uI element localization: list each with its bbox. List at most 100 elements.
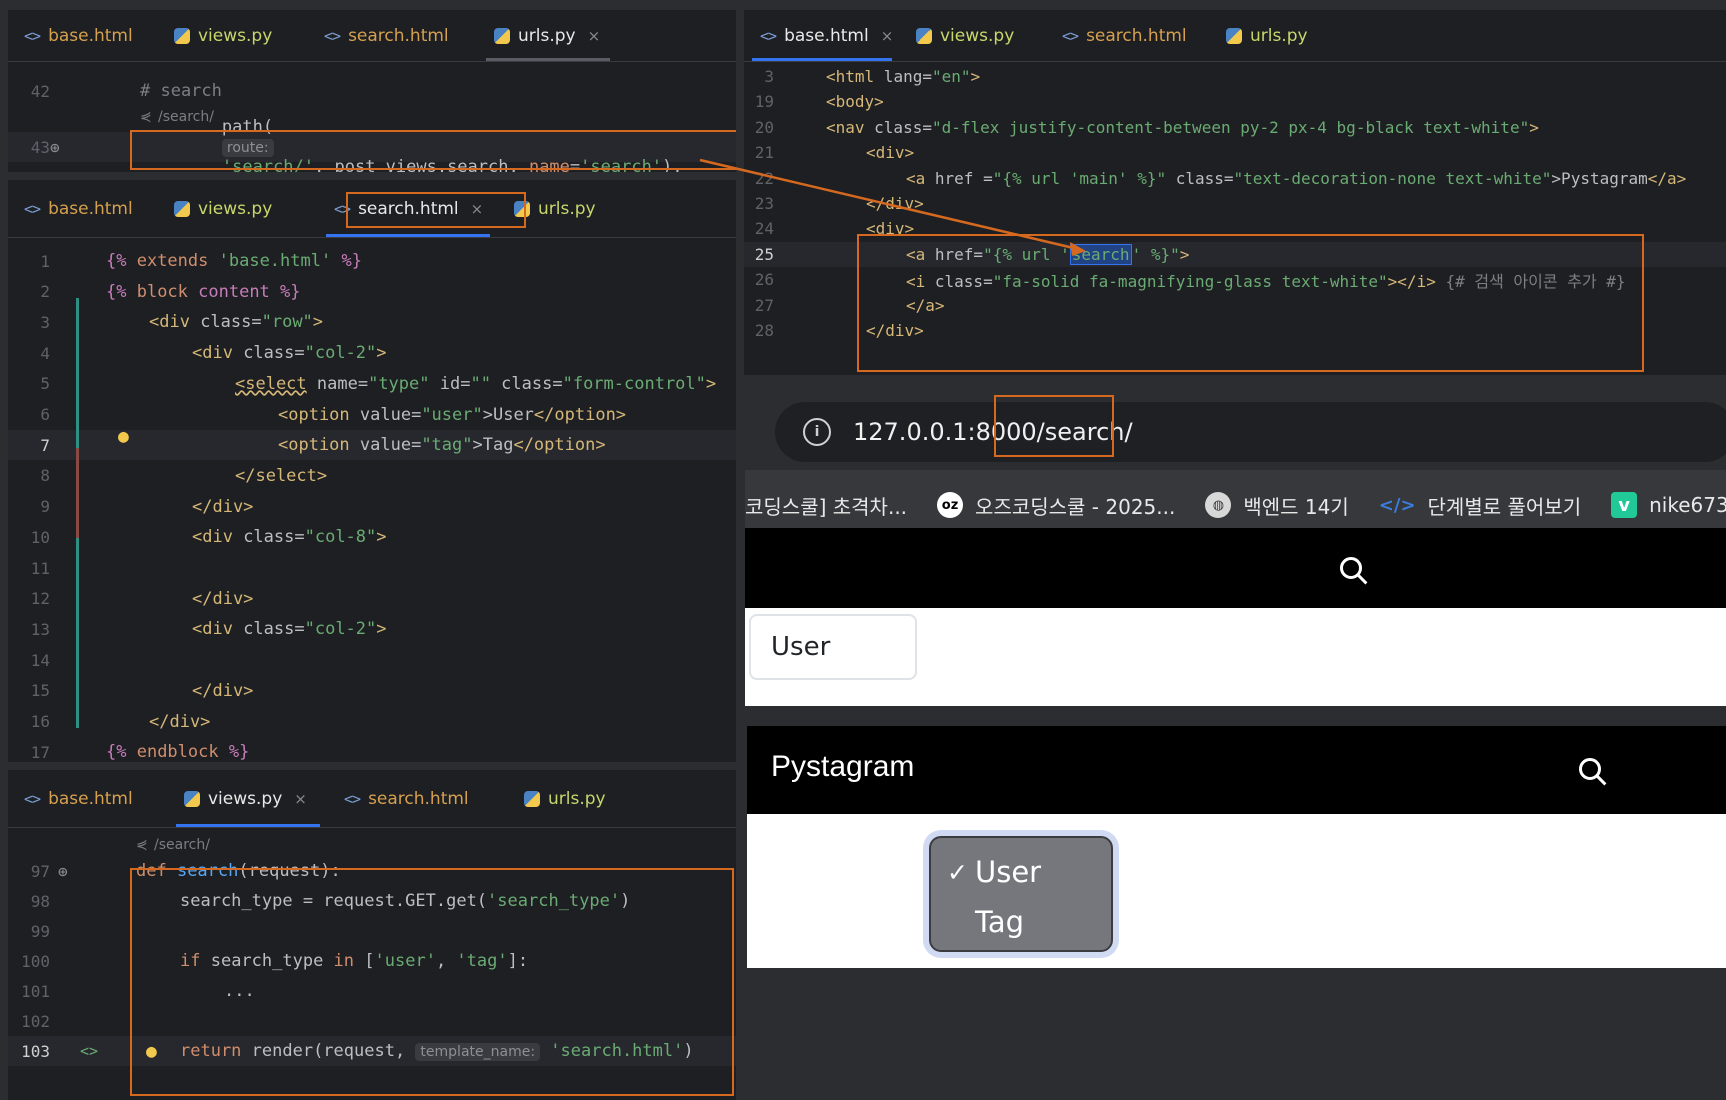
function-name[interactable]: search	[177, 861, 238, 881]
tab-search-html[interactable]: <> search.html ×	[318, 180, 498, 237]
line-number: 101	[21, 981, 50, 1001]
globe-icon[interactable]: ⊕	[50, 138, 60, 157]
url-text[interactable]: 127.0.0.1:8000/search/	[853, 418, 1133, 446]
tab-base-html[interactable]: <> base.html	[8, 770, 168, 827]
brand-link[interactable]: Pystagram	[771, 750, 914, 784]
site-info-icon[interactable]: i	[803, 418, 831, 446]
code-string: 'tag'	[456, 951, 508, 971]
tab-base-html[interactable]: <> base.html	[8, 180, 158, 237]
code-line: 6 <option value="user">User</option>	[8, 400, 736, 430]
tab-urls-py[interactable]: urls.py	[498, 180, 638, 237]
param-hint: route:	[221, 139, 274, 157]
close-icon[interactable]: ×	[881, 27, 894, 45]
line-number: 20	[754, 117, 774, 137]
line-number: 5	[40, 374, 50, 394]
editor-panel-urls: <> base.html views.py <> search.html urls.py ×…	[8, 10, 736, 172]
tab-views-py[interactable]: views.py ×	[168, 770, 328, 827]
tab-base-html[interactable]: <> base.html ×	[744, 10, 900, 61]
line-number: 3	[764, 67, 774, 86]
bookmark-item[interactable]: ◍ 백엔드 14기	[1205, 491, 1349, 520]
code-line: 11	[8, 553, 736, 583]
search-type-select[interactable]: User	[749, 614, 917, 680]
route-usage-icon: ⋞	[136, 837, 148, 853]
vcs-change-marker	[76, 448, 79, 538]
tab-label: views.py	[198, 25, 273, 46]
code-brackets-icon: </>	[1378, 494, 1416, 516]
dropdown-option-user[interactable]: ✓ User	[931, 848, 1111, 896]
code-fn: path(	[221, 117, 274, 137]
html-file-icon: <>	[324, 26, 341, 45]
browser-window: i 127.0.0.1:8000/search/ 코딩스쿨] 초격차... oz…	[745, 378, 1726, 1100]
code-keyword: if	[180, 951, 211, 971]
select-dropdown[interactable]: ✓ User Tag	[929, 836, 1113, 952]
page-content: ✓ User Tag	[747, 814, 1726, 968]
line-number: 27	[754, 295, 774, 315]
tab-label: urls.py	[538, 198, 596, 219]
line-number: 97	[30, 861, 50, 881]
tab-label: views.py	[940, 25, 1015, 46]
route-string[interactable]: 'search/'	[222, 157, 314, 172]
python-file-icon	[174, 27, 190, 44]
dropdown-option-tag[interactable]: Tag	[931, 898, 1111, 946]
tab-urls-py[interactable]: urls.py	[1210, 10, 1350, 61]
line-number: 26	[754, 270, 774, 290]
line-number: 13	[30, 619, 50, 639]
bookmark-item[interactable]: 코딩스쿨] 초격차...	[745, 491, 907, 520]
code-line: 16 </div>	[8, 707, 736, 737]
template-link-icon[interactable]: <>	[80, 1042, 98, 1060]
code-text: )	[683, 1041, 694, 1061]
python-file-icon	[1226, 27, 1242, 44]
close-icon[interactable]: ×	[471, 200, 484, 218]
page-navbar: Pystagram	[747, 726, 1726, 814]
close-icon[interactable]: ×	[294, 790, 307, 808]
tab-label: base.html	[48, 25, 133, 46]
code-text: ...	[224, 981, 255, 1001]
tab-label: views.py	[208, 788, 283, 809]
html-file-icon: <>	[334, 199, 351, 218]
tab-views-py[interactable]: views.py	[158, 180, 318, 237]
html-file-icon: <>	[24, 26, 41, 45]
checkmark-icon: ✓	[947, 857, 968, 887]
code-text: search_type = request.GET.get(	[180, 891, 488, 911]
tab-label: search.html	[368, 788, 469, 809]
usage-hint[interactable]: ⋞ /search/	[8, 834, 736, 856]
search-icon[interactable]	[1340, 557, 1362, 579]
tab-urls-py[interactable]: urls.py ×	[478, 10, 618, 61]
html-file-icon: <>	[1062, 26, 1079, 45]
search-icon[interactable]	[1579, 758, 1601, 780]
velog-logo-icon: v	[1611, 492, 1638, 518]
bookmark-item[interactable]: vnike6736	[1611, 492, 1726, 518]
bookmark-item[interactable]: oz 오즈코딩스쿨 - 2025...	[937, 491, 1175, 520]
lightbulb-icon[interactable]: ●	[118, 426, 129, 447]
globe-icon[interactable]: ⊕	[58, 862, 68, 881]
url-name-highlight[interactable]: search	[1069, 243, 1132, 265]
code-line: 97 ⊕ def search(request):	[8, 856, 736, 886]
tab-search-html[interactable]: <> search.html	[1046, 10, 1210, 61]
code-line: 20 <nav class="d-flex justify-content-bet…	[744, 115, 1726, 140]
address-bar[interactable]: i 127.0.0.1:8000/search/	[775, 402, 1726, 462]
code-line: 25 <a href="{% url ' search ' %}">	[744, 241, 1726, 267]
tab-search-html[interactable]: <> search.html	[328, 770, 508, 827]
code-keyword: in	[333, 951, 365, 971]
python-file-icon	[184, 790, 200, 807]
editor-panel-views: <> base.html views.py × <> search.html urls.py…	[8, 770, 736, 1100]
tab-base-html[interactable]: <> base.html	[8, 10, 158, 61]
code-line: 23 </div>	[744, 191, 1726, 216]
bookmark-item[interactable]: </> 단계별로 풀어보기	[1379, 491, 1581, 520]
code-line: 19 <body>	[744, 89, 1726, 114]
option-label: Tag	[975, 905, 1025, 939]
tab-search-html[interactable]: <> search.html	[308, 10, 478, 61]
tab-label: views.py	[198, 198, 273, 219]
tab-urls-py[interactable]: urls.py	[508, 770, 648, 827]
tab-label: search.html	[348, 25, 449, 46]
code-line: 28 </div>	[744, 318, 1726, 343]
tab-views-py[interactable]: views.py	[900, 10, 1046, 61]
code-line: 98 search_type = request.GET.get('search…	[8, 886, 736, 916]
tab-views-py[interactable]: views.py	[158, 10, 308, 61]
code-text: (request):	[238, 861, 341, 881]
line-number: 15	[30, 681, 50, 701]
line-number: 12	[30, 589, 50, 609]
line-number: 3	[40, 312, 50, 332]
lightbulb-icon[interactable]: ●	[146, 1041, 157, 1062]
close-icon[interactable]: ×	[588, 27, 601, 45]
